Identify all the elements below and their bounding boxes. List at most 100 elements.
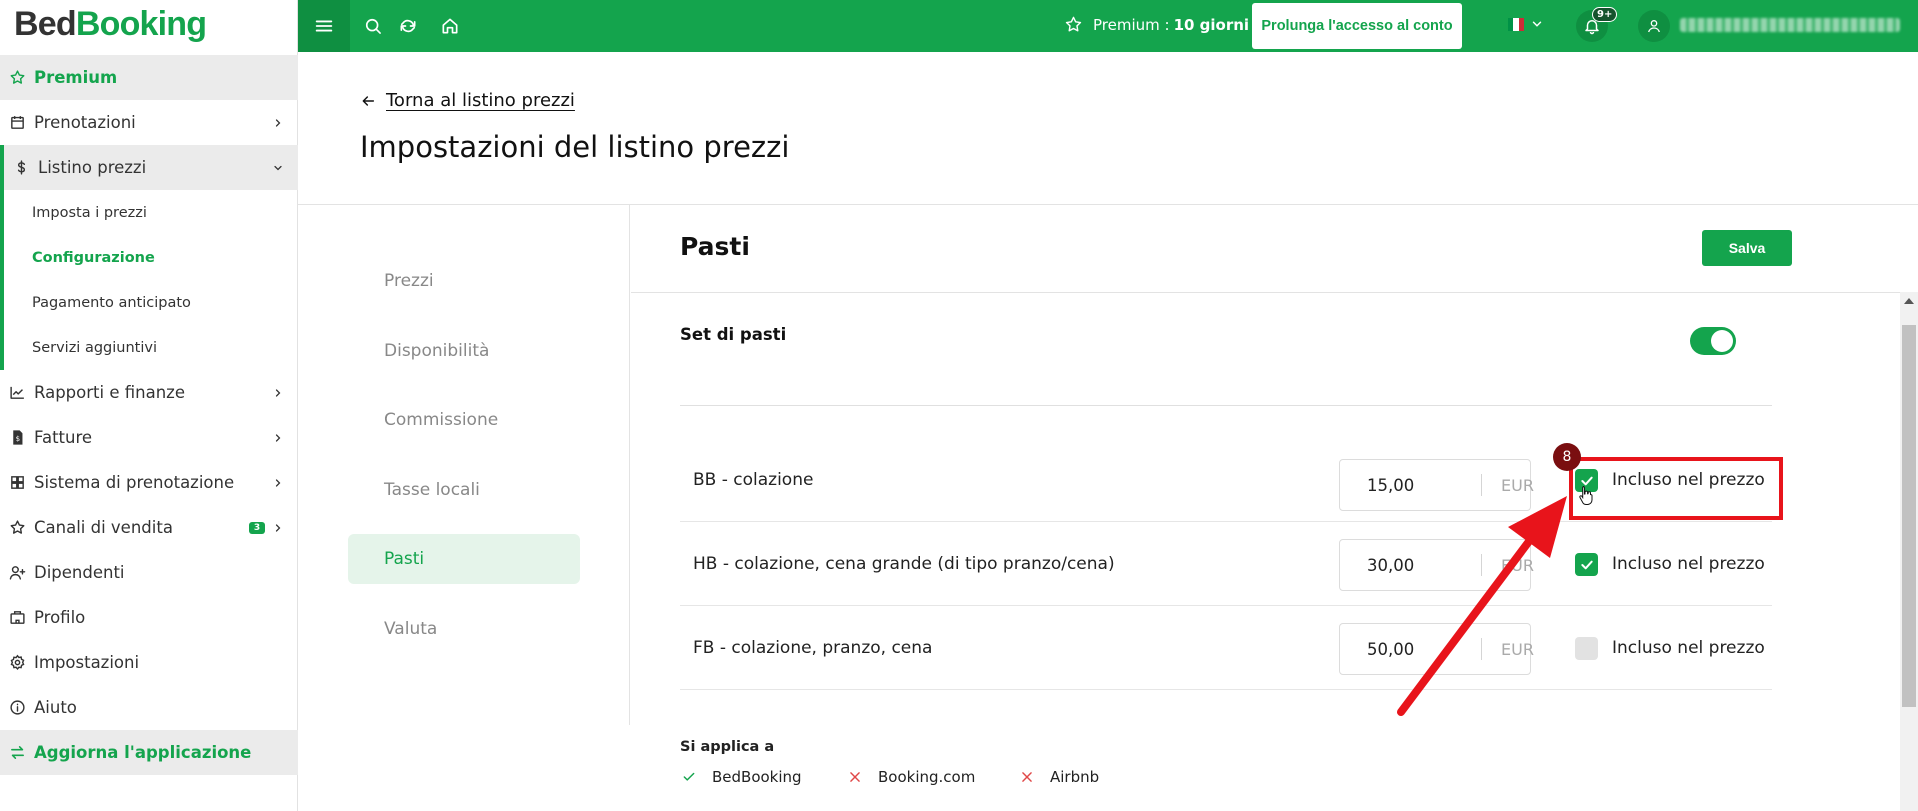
channel-airbnb: Airbnb [1020,768,1099,786]
sidebar-item-employees[interactable]: Dipendenti [0,550,298,595]
meal-row: HB - colazione, cena grande (di tipo pra… [680,522,1772,606]
checkmark-icon [1580,560,1593,569]
sidebar-item-booking-system[interactable]: Sistema di prenotazione [0,460,298,505]
user-plus-icon [8,564,26,582]
notifications-badge: 9+ [1592,7,1618,22]
currency-label: EUR [1501,475,1534,495]
sidebar-item-invoices[interactable]: $ Fatture [0,415,298,460]
currency-label: EUR [1501,555,1534,575]
extend-account-button[interactable]: Prolunga l'accesso al conto [1252,3,1462,49]
sidebar-item-premium[interactable]: Premium [0,55,298,100]
swap-arrows-icon [8,744,26,762]
sidebar-item-update-app[interactable]: Aggiorna l'applicazione [0,730,298,775]
star-icon [8,69,26,87]
home-icon[interactable] [438,14,462,38]
sidebar-item-bookings[interactable]: Prenotazioni [0,100,298,145]
meal-row: FB - colazione, pranzo, cena 50,00 EUR I… [680,606,1772,690]
channel-bedbooking: BedBooking [682,768,802,786]
chart-line-icon [8,384,26,402]
page-title: Impostazioni del listino prezzi [360,130,790,164]
sidebar: Premium Prenotazioni Listino prezzi Impo… [0,52,298,811]
cross-icon [1022,772,1032,782]
dollar-icon [12,159,30,177]
user-icon [1648,20,1660,33]
info-icon [8,699,26,717]
back-to-price-list-link[interactable]: Torna al listino prezzi [360,90,575,111]
included-label[interactable]: Incluso nel prezzo [1612,522,1765,606]
applies-to-label: Si applica a [680,739,775,755]
sales-channels-badge: 3 [249,521,265,534]
user-email-blurred[interactable] [1680,18,1900,32]
bedbooking-logo[interactable]: BedBooking [14,5,207,44]
check-icon [683,772,695,781]
nav-item-prices[interactable]: Prezzi [348,256,580,306]
nav-item-availability[interactable]: Disponibilità [348,326,580,376]
invoice-icon: $ [8,429,26,447]
chevron-down-icon [274,165,282,170]
chevron-right-icon [275,118,281,127]
meal-set-toggle[interactable] [1690,327,1736,355]
hand-cursor-icon [1579,486,1593,505]
included-label[interactable]: Incluso nel prezzo [1612,606,1765,690]
nav-item-currency[interactable]: Valuta [348,604,580,654]
scrollbar-thumb[interactable] [1902,325,1916,707]
sidebar-item-profile[interactable]: Profilo [0,595,298,640]
logo-container: BedBooking [0,0,298,52]
panel-divider [631,292,1900,293]
included-checkbox[interactable] [1575,637,1598,660]
meal-name: BB - colazione [693,470,814,490]
star-icon [1065,16,1082,32]
hamburger-menu-icon[interactable] [298,0,350,52]
meal-name: HB - colazione, cena grande (di tipo pra… [693,554,1115,574]
price-value: 15,00 [1367,475,1415,495]
nav-item-meals[interactable]: Pasti [348,534,580,584]
sidebar-item-sales-channels[interactable]: Canali di vendita 3 [0,505,298,550]
sidebar-item-price-list[interactable]: Listino prezzi [0,145,298,190]
language-selector[interactable] [1508,17,1544,31]
save-button[interactable]: Salva [1702,230,1792,266]
chevron-right-icon [275,523,281,532]
italian-flag-icon [1508,17,1524,31]
sidebar-subitem-prepayment[interactable]: Pagamento anticipato [0,280,298,325]
top-bar: BedBooking Premium : 10 giorni Prolunga … [0,0,1918,52]
search-icon[interactable] [361,14,385,38]
price-value: 30,00 [1367,555,1415,575]
sidebar-subitem-configuration[interactable]: Configurazione [0,235,298,280]
arrow-left-icon [362,95,375,106]
refresh-icon[interactable] [396,14,420,38]
chevron-right-icon [275,433,281,442]
sidebar-subitem-extra-services[interactable]: Servizi aggiuntivi [0,325,298,370]
price-separator [1481,638,1482,660]
meal-price-input[interactable]: 15,00 EUR [1339,459,1534,511]
chevron-right-icon [275,388,281,397]
nav-item-local-taxes[interactable]: Tasse locali [348,465,580,515]
star-icon [8,519,26,537]
meal-set-label: Set di pasti [680,325,787,344]
meal-name: FB - colazione, pranzo, cena [693,638,933,658]
sidebar-item-settings[interactable]: Impostazioni [0,640,298,685]
price-separator [1481,474,1482,496]
annotation-step-badge: 8 [1553,443,1581,471]
annotation-highlight-box [1569,457,1783,520]
meal-price-input[interactable]: 30,00 EUR [1339,539,1534,591]
meal-price-input[interactable]: 50,00 EUR [1339,623,1534,675]
sidebar-item-help[interactable]: Aiuto [0,685,298,730]
sidebar-item-reports[interactable]: Rapporti e finanze [0,370,298,415]
notifications-button[interactable]: 9+ [1576,7,1618,42]
grid-icon [8,474,26,492]
user-avatar[interactable] [1638,10,1670,42]
scroll-up-arrow-icon[interactable] [1904,298,1914,304]
included-checkbox[interactable] [1575,553,1598,576]
gear-icon [8,654,26,672]
price-value: 50,00 [1367,639,1415,659]
svg-text:$: $ [15,434,20,443]
calendar-icon [8,114,26,132]
chevron-right-icon [275,478,281,487]
nav-item-commission[interactable]: Commissione [348,395,580,445]
premium-status[interactable]: Premium : 10 giorni [1064,15,1249,34]
currency-label: EUR [1501,639,1534,659]
chevron-down-icon [1532,21,1542,27]
settings-nav: Prezzi Disponibilità Commissione Tasse l… [298,205,630,725]
sidebar-subitem-set-prices[interactable]: Imposta i prezzi [0,190,298,235]
building-icon [8,609,26,627]
